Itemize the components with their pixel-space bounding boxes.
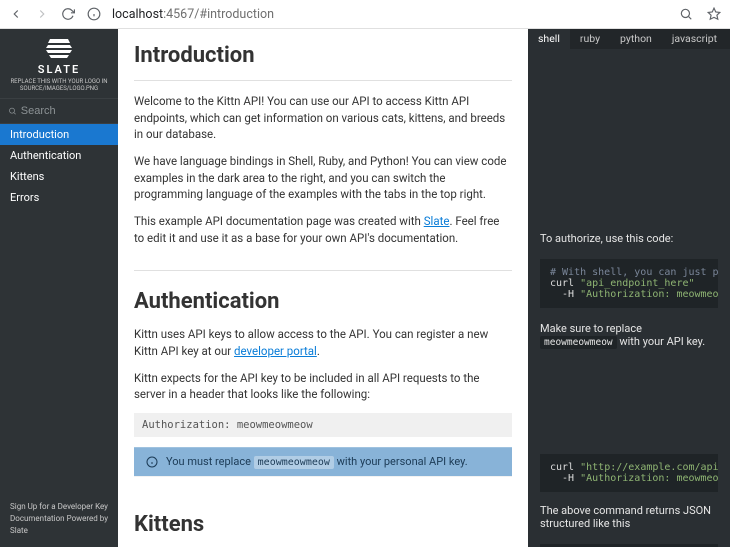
site-info-icon[interactable]: [86, 6, 102, 22]
star-icon[interactable]: [706, 6, 722, 22]
tab-ruby[interactable]: ruby: [570, 29, 610, 49]
auth-replace-note: Make sure to replace meowmeowmeow with y…: [540, 322, 718, 348]
browser-chrome: localhost:4567/#introduction: [0, 0, 730, 29]
auth-code-intro: To authorize, use this code:: [540, 232, 718, 245]
sidebar-search[interactable]: [0, 98, 118, 124]
intro-p2: We have language bindings in Shell, Ruby…: [134, 153, 512, 203]
search-icon[interactable]: [678, 6, 694, 22]
auth-replace-code: meowmeowmeow: [540, 336, 617, 349]
slate-link[interactable]: Slate: [424, 214, 450, 228]
logo-block: SLATE REPLACE THIS WITH YOUR LOGO IN SOU…: [0, 29, 118, 98]
url-host: localhost: [112, 7, 163, 22]
search-icon: [8, 106, 17, 116]
sidebar: SLATE REPLACE THIS WITH YOUR LOGO IN SOU…: [0, 29, 118, 547]
kittens-resp-intro: The above command returns JSON structure…: [540, 504, 718, 530]
intro-p3: This example API documentation page was …: [134, 213, 512, 246]
sidebar-item-authentication[interactable]: Authentication: [0, 145, 118, 166]
sidebar-item-label: Introduction: [10, 128, 69, 141]
sidebar-item-label: Authentication: [10, 149, 81, 162]
section-title-introduction: Introduction: [134, 43, 512, 68]
developer-portal-link[interactable]: developer portal: [234, 344, 317, 358]
url-port: :4567: [163, 7, 194, 22]
logo-icon: [6, 39, 112, 59]
tab-javascript[interactable]: javascript: [662, 29, 727, 49]
sidebar-item-introduction[interactable]: Introduction: [0, 124, 118, 145]
section-title-kittens: Kittens: [134, 512, 512, 537]
forward-icon[interactable]: [34, 6, 50, 22]
callout-code: meowmeowmeow: [254, 456, 334, 469]
code-column: shell ruby python javascript To authoriz…: [528, 29, 730, 547]
url-path: /#introduction: [194, 7, 274, 22]
sidebar-footer: Sign Up for a Developer Key Documentatio…: [0, 491, 118, 547]
back-icon[interactable]: [8, 6, 24, 22]
url-bar[interactable]: localhost:4567/#introduction: [112, 7, 668, 22]
sidebar-item-label: Errors: [10, 191, 39, 204]
sidebar-item-errors[interactable]: Errors: [0, 187, 118, 208]
kittens-code-block: curl "http://example.com/api/kittens" -H…: [540, 454, 718, 492]
logo-title: SLATE: [6, 63, 112, 76]
tab-shell[interactable]: shell: [528, 29, 570, 49]
search-input[interactable]: [21, 105, 110, 117]
sidebar-nav: Introduction Authentication Kittens Erro…: [0, 124, 118, 208]
content-column: Introduction Welcome to the Kittn API! Y…: [118, 29, 528, 547]
logo-subtitle: REPLACE THIS WITH YOUR LOGO IN SOURCE/IM…: [6, 78, 112, 92]
reload-icon[interactable]: [60, 6, 76, 22]
auth-header-code: Authorization: meowmeowmeow: [134, 413, 512, 437]
intro-p1: Welcome to the Kittn API! You can use ou…: [134, 93, 512, 143]
auth-p1: Kittn uses API keys to allow access to t…: [134, 326, 512, 359]
lang-tabs: shell ruby python javascript: [528, 29, 730, 49]
section-title-authentication: Authentication: [134, 270, 512, 314]
sidebar-item-label: Kittens: [10, 170, 44, 183]
auth-code-block: # With shell, you can just pass the corr…: [540, 259, 718, 308]
tab-python[interactable]: python: [610, 29, 662, 49]
info-icon: [146, 456, 158, 468]
sidebar-item-kittens[interactable]: Kittens: [0, 166, 118, 187]
auth-callout: You must replace meowmeowmeow with your …: [134, 447, 512, 476]
footer-signup-link[interactable]: Sign Up for a Developer Key: [10, 502, 108, 511]
auth-p2: Kittn expects for the API key to be incl…: [134, 370, 512, 403]
footer-powered-link[interactable]: Documentation Powered by Slate: [10, 514, 108, 535]
